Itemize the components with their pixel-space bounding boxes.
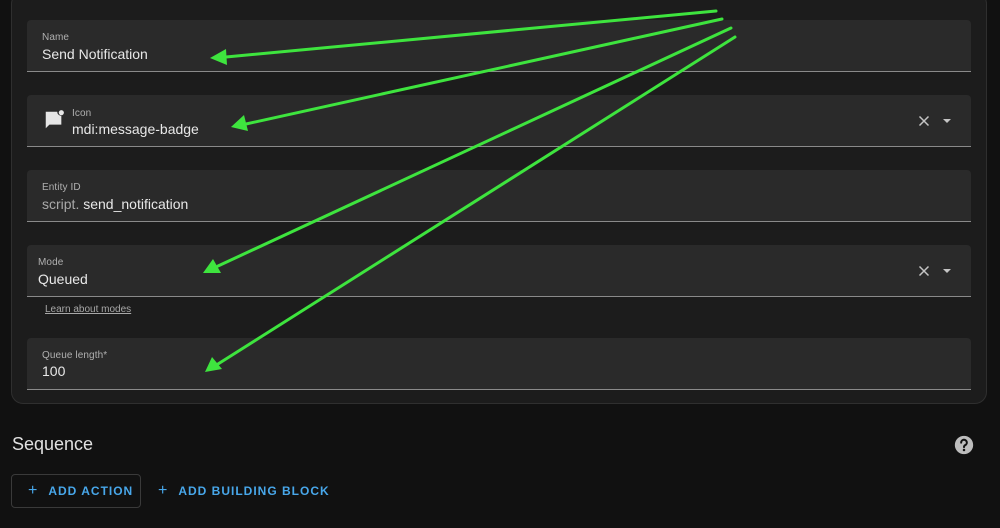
mode-field-value[interactable]: Queued bbox=[38, 271, 88, 287]
entity-id-field-label: Entity ID bbox=[42, 182, 81, 193]
learn-about-modes-link[interactable]: Learn about modes bbox=[45, 304, 131, 315]
clear-icon[interactable] bbox=[915, 112, 933, 130]
sequence-section-title: Sequence bbox=[12, 434, 94, 454]
add-building-block-button[interactable]: + ADD BUILDING BLOCK bbox=[156, 474, 330, 508]
name-field[interactable]: Name Send Notification bbox=[27, 20, 971, 72]
add-action-label: ADD ACTION bbox=[48, 484, 134, 498]
entity-id-field[interactable]: Entity ID script. send_notification bbox=[27, 170, 971, 222]
add-building-block-label: ADD BUILDING BLOCK bbox=[178, 484, 330, 498]
queue-length-field-label: Queue length* bbox=[42, 350, 108, 361]
mode-field-label: Mode bbox=[38, 257, 64, 268]
dropdown-arrow-icon[interactable] bbox=[939, 113, 955, 129]
add-action-button[interactable]: + ADD ACTION bbox=[11, 474, 141, 508]
queue-length-field[interactable]: Queue length* 100 bbox=[27, 338, 971, 390]
icon-field-value[interactable]: mdi:message-badge bbox=[72, 121, 199, 137]
queue-length-field-value[interactable]: 100 bbox=[42, 363, 65, 379]
icon-field-label: Icon bbox=[72, 108, 92, 119]
plus-icon: + bbox=[28, 482, 39, 499]
help-icon[interactable] bbox=[954, 435, 974, 455]
entity-id-prefix: script. bbox=[42, 196, 80, 212]
mode-select[interactable]: Mode Queued bbox=[27, 245, 971, 297]
entity-id-value[interactable]: send_notification bbox=[83, 196, 188, 212]
clear-icon[interactable] bbox=[915, 262, 933, 280]
name-field-value[interactable]: Send Notification bbox=[42, 46, 148, 62]
message-badge-icon bbox=[43, 109, 65, 136]
icon-field[interactable]: Icon mdi:message-badge bbox=[27, 95, 971, 147]
dropdown-arrow-icon[interactable] bbox=[939, 263, 955, 279]
name-field-label: Name bbox=[42, 32, 70, 43]
script-editor-page: Name Send Notification Icon mdi:message-… bbox=[0, 0, 1000, 528]
plus-icon: + bbox=[158, 482, 169, 499]
entity-id-field-value[interactable]: script. send_notification bbox=[42, 196, 188, 212]
